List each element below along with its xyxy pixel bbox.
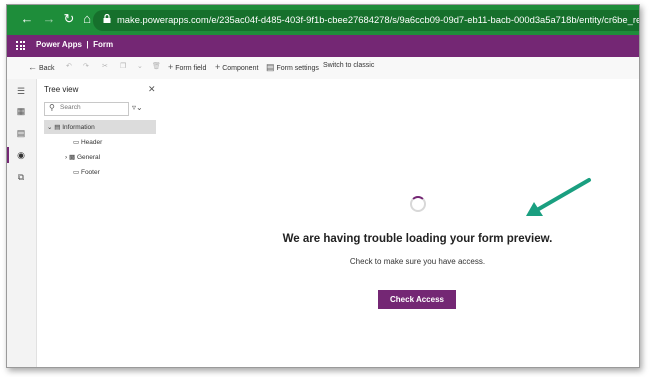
url-text: make.powerapps.com/e/235ac04f-d485-403f-… [117,14,640,25]
command-bar: ← Back ↶ ↷ ✂ ❐ ⌄ 🗑 + Form field + Compon… [7,57,639,80]
tree-item-footer[interactable]: ▭ Footer [73,168,100,176]
tree-view-panel: Tree view ✕ ⚲ ▿⌄ ⌄ ▤ Information ▭ Heade… [37,79,166,367]
left-rail: ☰ ▦ ▤ ◉ ⧉ [7,79,37,367]
form-settings-button[interactable]: ▤ Form settings [266,62,319,73]
tree-item-header[interactable]: ▭ Header [73,138,102,146]
tree-search-box[interactable]: ⚲ [44,102,129,116]
tree-item-label: Header [80,139,103,146]
error-title: We are having trouble loading your form … [282,233,553,245]
lock-icon [103,14,111,23]
error-subtitle: Check to make sure you have access. [349,257,486,266]
settings-icon: ▤ [266,62,275,72]
close-icon[interactable]: ✕ [148,84,156,95]
component-label: Component [222,65,259,72]
tree-item-label: General [76,154,101,161]
undo-icon[interactable]: ↶ [66,62,72,70]
section-icon: ▭ [73,169,80,176]
plus-icon: + [168,62,174,72]
filter-icon[interactable]: ▿⌄ [132,103,143,112]
rail-active-indicator [7,147,9,163]
section-icon: ▭ [73,139,80,146]
back-label: Back [38,65,55,72]
chevron-right-icon[interactable]: › [65,154,67,161]
table-columns-icon[interactable]: ▤ [14,127,28,139]
components-icon[interactable]: ▦ [14,105,28,117]
tree-view-icon[interactable]: ◉ [14,149,28,161]
search-input[interactable] [60,104,124,111]
loading-spinner-icon [410,196,426,212]
reload-icon[interactable]: ↻ [61,10,77,28]
tab-icon: ▩ [68,154,76,161]
tree-item-general[interactable]: › ▩ General [65,153,100,161]
form-preview-canvas: We are having trouble loading your form … [165,79,639,367]
plus-icon: + [215,62,221,72]
tree-view-title: Tree view [44,85,79,94]
redo-icon[interactable]: ↷ [83,62,89,70]
app-title: Power Apps | Form [36,40,114,49]
check-access-button[interactable]: Check Access [378,290,456,309]
form-field-button[interactable]: + Form field [168,62,206,72]
back-button[interactable]: ← Back [28,62,55,72]
power-apps-header: Power Apps | Form [7,35,639,57]
form-settings-label: Form settings [276,65,319,72]
search-icon: ⚲ [49,103,55,112]
delete-icon[interactable]: 🗑 [152,62,161,70]
back-icon: ← [28,62,37,72]
app-launcher-icon[interactable] [16,41,25,50]
form-libraries-icon[interactable]: ⧉ [14,171,28,183]
chevron-down-icon[interactable]: ⌄ [137,62,143,70]
chevron-down-icon[interactable]: ⌄ [47,124,52,131]
tree-item-information[interactable]: ⌄ ▤ Information [47,123,95,131]
hamburger-menu-icon[interactable]: ☰ [14,85,28,97]
copy-icon[interactable]: ❐ [120,62,126,70]
back-arrow-icon[interactable]: ← [19,10,35,28]
tree-item-label: Information [62,124,95,131]
component-button[interactable]: + Component [215,62,258,72]
switch-to-classic-button[interactable]: Switch to classic [323,62,374,69]
form-field-label: Form field [175,65,207,72]
cut-icon[interactable]: ✂ [102,62,108,70]
screenshot-frame: ← → ↻ ⌂ make.powerapps.com/e/235ac04f-d4… [6,4,640,368]
address-bar[interactable]: make.powerapps.com/e/235ac04f-d485-403f-… [93,10,640,31]
tree-item-label: Footer [80,169,100,176]
browser-toolbar: ← → ↻ ⌂ make.powerapps.com/e/235ac04f-d4… [7,5,639,35]
forward-arrow-icon[interactable]: → [41,10,57,28]
document-icon: ▤ [54,124,61,131]
